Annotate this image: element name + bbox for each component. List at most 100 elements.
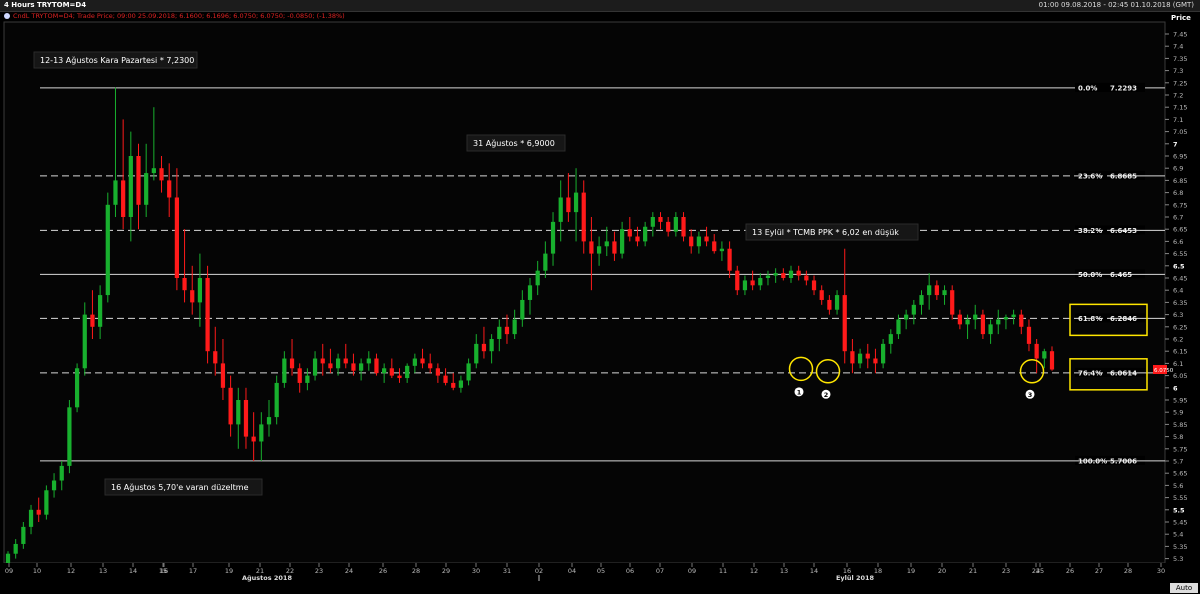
y-tick-label: 5.8 (1173, 433, 1183, 441)
candle-body (28, 509, 34, 527)
candle-body (589, 241, 594, 254)
candle-body (865, 353, 870, 359)
fib-level-value: 6.8685 (1110, 172, 1137, 180)
y-tick-label: 6.6 (1173, 238, 1183, 246)
candle-body (1019, 314, 1024, 327)
candle-body (220, 363, 226, 388)
x-tick-label: 05 (597, 567, 605, 575)
candle-body (581, 192, 586, 242)
candle-body (21, 526, 26, 544)
candle-body (834, 295, 840, 310)
y-tick-label: 6.55 (1173, 250, 1187, 258)
candle-body (397, 375, 402, 379)
candle-body (328, 363, 333, 369)
candle-body (819, 290, 824, 300)
candle-body (520, 299, 525, 320)
candle-body (151, 168, 156, 174)
y-tick-label: 6.3 (1173, 311, 1183, 319)
candle-body (98, 295, 103, 327)
y-tick-label: 6.45 (1173, 275, 1187, 283)
candle-body (74, 368, 80, 408)
y-tick-label: 6.1 (1173, 360, 1183, 368)
candle-body (904, 314, 909, 320)
annotation-text: 12-13 Ağustos Kara Pazartesi * 7,2300 (40, 56, 194, 65)
marker-number: 2 (824, 391, 829, 399)
candle-body (159, 168, 164, 181)
candle-body (312, 358, 318, 376)
candle-body (236, 400, 241, 425)
candle-body (474, 343, 479, 364)
candle-body (980, 314, 986, 335)
y-tick-label: 6.65 (1173, 226, 1187, 234)
y-tick-label: 6.8 (1173, 189, 1183, 197)
y-tick-label: 5.3 (1173, 555, 1183, 563)
candle-body (535, 270, 540, 286)
candle-body (627, 229, 632, 237)
x-tick-label: 28 (1124, 567, 1132, 575)
candle-body (481, 343, 487, 352)
candle-body (988, 324, 993, 335)
candle-body (911, 304, 916, 315)
candle-body (727, 248, 732, 271)
x-tick-label: 26 (379, 567, 387, 575)
fib-level-value: 5.7006 (1110, 457, 1137, 465)
candle-body (650, 217, 655, 227)
x-tick-label: 14 (810, 567, 818, 575)
candle-body (842, 295, 847, 352)
candle-body (420, 358, 425, 364)
x-tick-label: 19 (225, 567, 233, 575)
candle-body (504, 326, 510, 335)
x-tick-label: 23 (315, 567, 323, 575)
x-tick-label: 25 (1036, 567, 1044, 575)
candle-body (497, 326, 502, 339)
candle-body (59, 465, 64, 481)
x-tick-label: 29 (442, 567, 450, 575)
y-tick-label: 6.2 (1173, 336, 1183, 344)
candle-body (382, 368, 387, 374)
y-tick-label: 6.15 (1173, 348, 1187, 356)
candle-body (666, 221, 671, 232)
candle-body (620, 229, 625, 254)
last-price-label: 6.0750 (1154, 368, 1174, 374)
candle-body (673, 217, 678, 232)
y-tick-label: 6 (1173, 384, 1178, 392)
fib-level-pct: 76.4% (1078, 369, 1102, 377)
y-tick-label: 7.3 (1173, 67, 1183, 75)
x-month-label: Ağustos 2018 (242, 574, 292, 582)
auto-scale-button[interactable]: Auto (1170, 583, 1198, 593)
candle-body (773, 273, 778, 276)
marker-number: 1 (797, 388, 802, 396)
y-tick-label: 5.6 (1173, 482, 1183, 490)
y-tick-label: 7.25 (1173, 79, 1187, 87)
candle-body (957, 314, 962, 325)
candle-body (105, 204, 110, 296)
candle-body (1049, 351, 1055, 370)
x-tick-label: 13 (780, 567, 788, 575)
x-tick-label: 19 (907, 567, 915, 575)
candle-body (735, 270, 740, 291)
candle-body (297, 368, 302, 383)
candle-body (996, 319, 1001, 325)
candle-body (351, 363, 356, 371)
price-chart[interactable]: 0.0% 7.229323.6% 6.868538.2% 6.645350.0% 6.4… (0, 0, 1200, 594)
candle-body (712, 241, 717, 252)
y-tick-label: 7.35 (1173, 55, 1187, 63)
candle-body (873, 358, 878, 364)
candle-body (174, 197, 179, 278)
candle-body (566, 197, 571, 213)
x-tick-label: 02 (535, 567, 543, 575)
candle-body (543, 253, 548, 271)
y-tick-label: 6.7 (1173, 214, 1183, 222)
candle-body (704, 236, 709, 242)
candle-body (1034, 343, 1039, 359)
y-tick-label: 5.75 (1173, 445, 1187, 453)
candle-body (973, 314, 978, 320)
candle-body (719, 248, 725, 252)
y-tick-label: 5.4 (1173, 531, 1183, 539)
annotation-text: 31 Ağustos * 6,9000 (473, 139, 555, 148)
y-tick-label: 6.35 (1173, 299, 1187, 307)
candle-body (896, 319, 901, 335)
x-tick-label: 09 (688, 567, 696, 575)
candle-body (136, 156, 141, 205)
candle-body (305, 375, 310, 383)
